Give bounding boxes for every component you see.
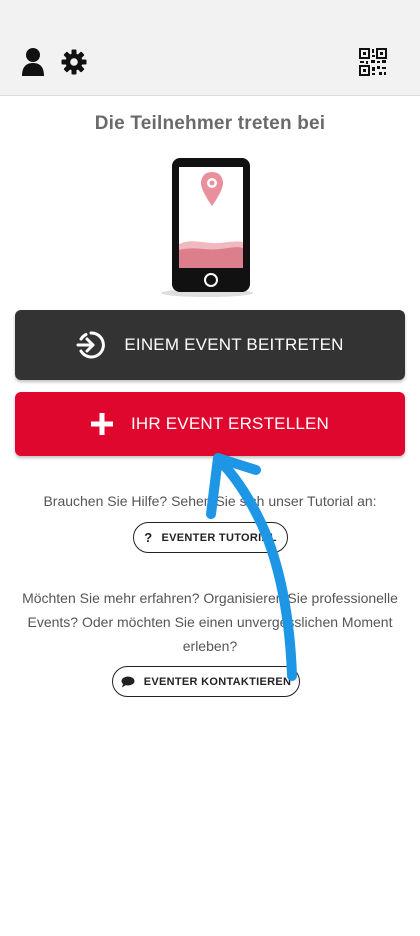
help-text: Brauchen Sie Hilfe? Sehen Sie sich unser… [43,493,377,509]
create-event-label: IHR EVENT ERSTELLEN [130,414,330,433]
tutorial-label: EVENTER TUTORIAL [161,531,277,544]
more-info-text: Möchten Sie mehr erfahren? Organisieren … [22,590,398,654]
plus-icon [90,413,113,435]
qr-code-icon[interactable] [356,45,390,79]
top-bar [0,0,420,96]
tutorial-button[interactable]: ? EVENTER TUTORIAL [133,522,288,553]
page-title: Die Teilnehmer treten bei [94,113,326,134]
phone-illustration [160,156,254,300]
create-event-button[interactable]: IHR EVENT ERSTELLEN [15,392,405,456]
sign-in-icon [76,330,106,360]
question-icon: ? [144,530,153,545]
user-icon[interactable] [18,44,48,80]
chat-bubble-icon [121,676,135,688]
contact-button[interactable]: EVENTER KONTAKTIEREN [112,666,300,697]
contact-label: EVENTER KONTAKTIEREN [143,675,292,688]
annotation-arrow [206,453,297,681]
join-event-label: EINEM EVENT BEITRETEN [124,335,344,354]
join-event-button[interactable]: EINEM EVENT BEITRETEN [15,310,405,380]
gear-icon[interactable] [58,46,90,78]
